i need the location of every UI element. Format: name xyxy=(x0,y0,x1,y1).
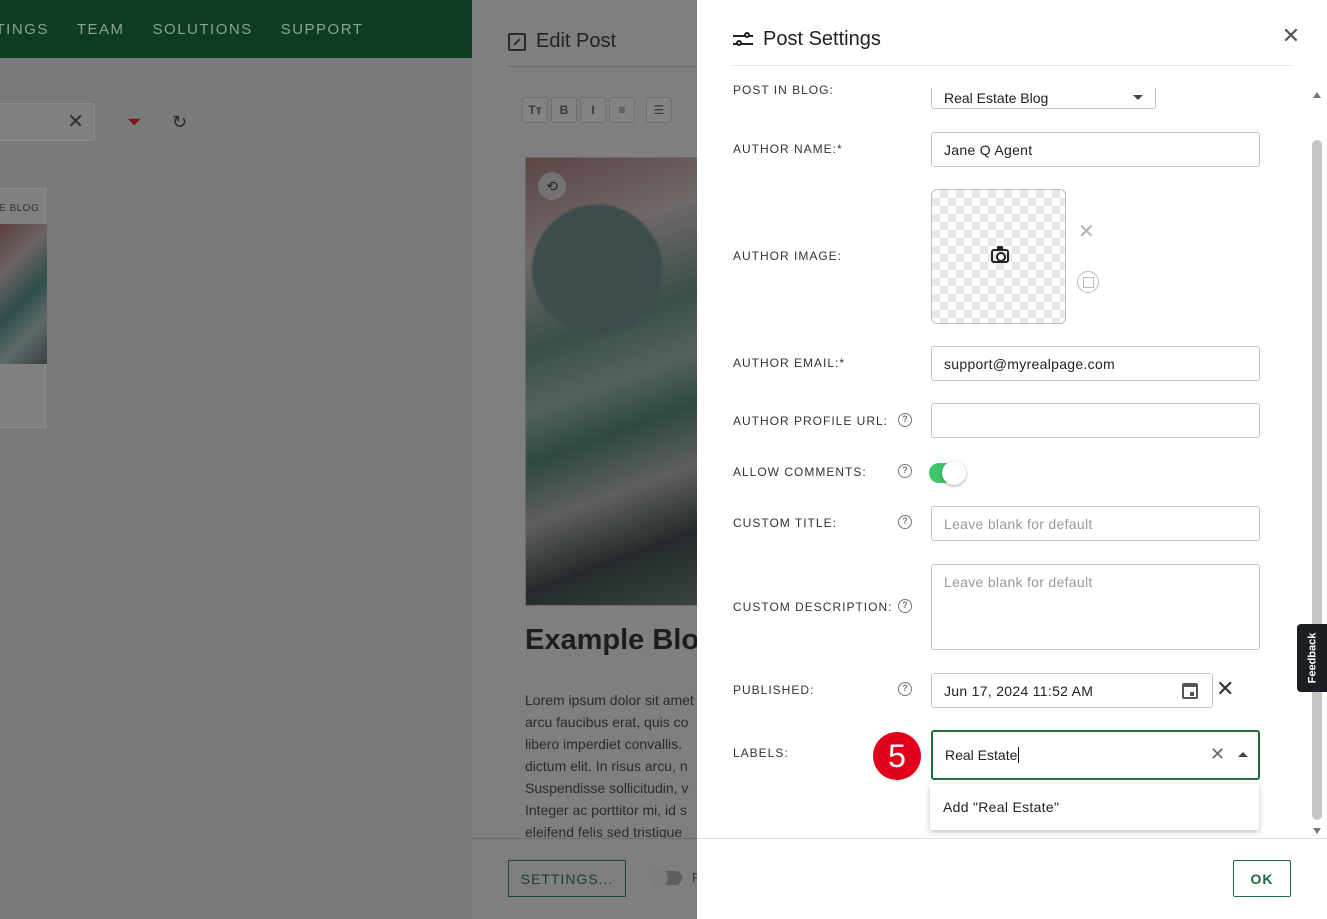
remove-image-icon[interactable]: ✕ xyxy=(1078,222,1095,242)
custom-description-label: CUSTOM DESCRIPTION: xyxy=(733,600,893,614)
dialog-scrollbar[interactable] xyxy=(1310,88,1325,838)
body-line: Integer ac porttitor mi, id s xyxy=(525,802,687,818)
step-badge: 5 xyxy=(873,732,921,780)
search-input[interactable]: ✕ xyxy=(0,103,95,141)
labels-suggestion-menu: Add "Real Estate" xyxy=(930,784,1259,830)
post-in-blog-label: POST IN BLOG: xyxy=(733,83,834,97)
refresh-icon[interactable]: ↻ xyxy=(172,112,187,133)
text-size-button[interactable]: Tт xyxy=(522,97,548,123)
italic-button[interactable]: I xyxy=(580,97,606,123)
custom-title-label: CUSTOM TITLE: xyxy=(733,516,837,530)
settings-sliders-icon xyxy=(733,31,753,49)
scroll-up-icon[interactable] xyxy=(1313,92,1321,98)
post-in-blog-value: Real Estate Blog xyxy=(944,90,1049,106)
feedback-label: Feedback xyxy=(1306,632,1318,684)
background-app: STINGS TEAM SOLUTIONS SUPPORT ✕ ⏷ ↻ E BL… xyxy=(0,0,472,919)
nav-item-settings[interactable]: STINGS xyxy=(0,21,49,38)
edit-post-title: Edit Post xyxy=(536,30,617,52)
crop-icon[interactable]: ⟲ xyxy=(538,172,566,200)
edit-footer: SETTINGS... F xyxy=(472,838,697,919)
hero-image[interactable]: ⟲ xyxy=(525,157,697,606)
help-icon[interactable]: ? xyxy=(898,464,912,478)
body-line: libero imperdiet convallis. xyxy=(525,736,683,752)
scroll-down-icon[interactable] xyxy=(1313,828,1321,834)
labels-label: LABELS: xyxy=(733,746,789,760)
author-image-upload[interactable] xyxy=(931,189,1066,324)
blog-card[interactable]: E BLOG xyxy=(0,188,47,428)
blog-card-label: E BLOG xyxy=(0,203,40,214)
ok-button[interactable]: OK xyxy=(1233,860,1291,897)
settings-form: POST IN BLOG: Real Estate Blog AUTHOR NA… xyxy=(697,66,1327,838)
divider xyxy=(508,66,697,67)
help-icon[interactable]: ? xyxy=(898,515,912,529)
nav-item-team[interactable]: TEAM xyxy=(77,21,125,38)
help-icon[interactable]: ? xyxy=(898,682,912,696)
author-email-input[interactable]: support@myrealpage.com xyxy=(931,346,1260,381)
post-in-blog-select[interactable]: Real Estate Blog xyxy=(931,88,1156,109)
allow-comments-toggle[interactable] xyxy=(929,461,966,485)
author-name-input[interactable]: Jane Q Agent xyxy=(931,132,1260,167)
edit-post-panel: Edit Post Tт B I ≡ ☰ ⟲ Example Blog Lore… xyxy=(472,0,697,919)
labels-input-value: Real Estate xyxy=(945,747,1018,763)
collapse-arrow-icon[interactable] xyxy=(1238,752,1248,757)
editor-toolbar: Tт B I ≡ ☰ xyxy=(522,97,672,123)
calendar-icon[interactable] xyxy=(1182,683,1198,699)
author-profile-url-input[interactable] xyxy=(931,403,1260,438)
body-line: Suspendisse sollicitudin, v xyxy=(525,780,689,796)
bold-button[interactable]: B xyxy=(551,97,577,123)
camera-icon xyxy=(991,246,1009,263)
top-nav: STINGS TEAM SOLUTIONS SUPPORT xyxy=(0,0,472,58)
dialog-header: Post Settings xyxy=(733,28,881,51)
clear-date-icon[interactable]: ✕ xyxy=(1216,678,1234,700)
author-name-label: AUTHOR NAME:* xyxy=(733,142,843,156)
footer-toggle[interactable] xyxy=(648,868,682,888)
scrollbar-thumb[interactable] xyxy=(1312,140,1322,820)
clear-labels-icon[interactable]: ✕ xyxy=(1210,745,1225,763)
filter-icon[interactable]: ⏷ xyxy=(127,112,141,133)
custom-description-textarea[interactable]: Leave blank for default xyxy=(931,564,1260,650)
blog-post-title[interactable]: Example Blog xyxy=(525,624,697,657)
close-icon[interactable]: ✕ xyxy=(1281,25,1301,47)
edit-post-header: Edit Post xyxy=(508,30,616,53)
author-image-label: AUTHOR IMAGE: xyxy=(733,249,843,263)
settings-button[interactable]: SETTINGS... xyxy=(508,860,626,897)
published-date-input[interactable]: Jun 17, 2024 11:52 AM xyxy=(931,673,1213,708)
help-icon[interactable]: ? xyxy=(898,599,912,613)
add-label-option[interactable]: Add "Real Estate" xyxy=(943,799,1059,815)
author-profile-url-label: AUTHOR PROFILE URL: xyxy=(733,414,889,428)
custom-title-input[interactable]: Leave blank for default xyxy=(931,506,1260,541)
edit-icon xyxy=(508,32,526,51)
blog-card-image xyxy=(0,224,47,364)
dialog-title: Post Settings xyxy=(763,28,881,50)
published-date-value: Jun 17, 2024 11:52 AM xyxy=(944,682,1094,699)
help-icon[interactable]: ? xyxy=(898,413,912,427)
toggle-knob xyxy=(942,461,966,485)
text-cursor xyxy=(1018,747,1020,763)
feedback-tab[interactable]: Feedback xyxy=(1297,624,1327,692)
align-button[interactable]: ≡ xyxy=(609,97,635,123)
author-email-label: AUTHOR EMAIL:* xyxy=(733,356,846,370)
post-settings-dialog: Post Settings ✕ POST IN BLOG: Real Estat… xyxy=(697,0,1327,919)
blog-post-body[interactable]: Lorem ipsum dolor sit amet arcu faucibus… xyxy=(525,689,697,843)
body-line: arcu faucibus erat, quis co xyxy=(525,714,689,730)
crop-image-icon[interactable] xyxy=(1077,271,1099,293)
nav-item-support[interactable]: SUPPORT xyxy=(281,21,364,38)
nav-item-solutions[interactable]: SOLUTIONS xyxy=(153,21,253,38)
body-line: dictum elit. In risus arcu, n xyxy=(525,758,688,774)
labels-input[interactable]: Real Estate ✕ xyxy=(931,730,1260,780)
list-button[interactable]: ☰ xyxy=(646,97,672,123)
body-line: Lorem ipsum dolor sit amet xyxy=(525,692,694,708)
clear-search-icon[interactable]: ✕ xyxy=(67,112,84,132)
dialog-footer: OK xyxy=(697,838,1327,919)
dropdown-arrow-icon xyxy=(1133,95,1143,100)
published-label: PUBLISHED: xyxy=(733,683,815,697)
allow-comments-label: ALLOW COMMENTS: xyxy=(733,465,867,479)
